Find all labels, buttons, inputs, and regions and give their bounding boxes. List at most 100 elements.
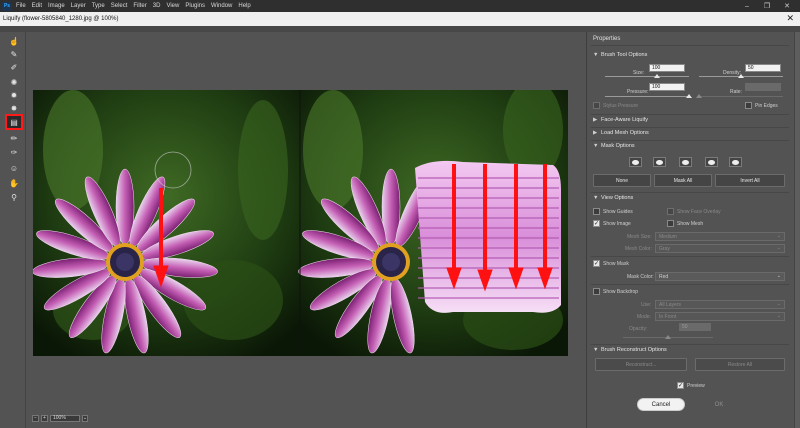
menu-file[interactable]: File	[16, 3, 26, 9]
pin-edges-label: Pin Edges	[755, 103, 778, 109]
menu-3d[interactable]: 3D	[153, 3, 161, 9]
bloat-tool-icon[interactable]: ✸	[7, 102, 21, 114]
freeze-mask-tool-icon[interactable]: ✏	[7, 132, 21, 144]
menu-filter[interactable]: Filter	[133, 3, 146, 9]
show-face-overlay-label: Show Face Overlay	[677, 209, 721, 215]
flower-image-graphic	[33, 90, 568, 356]
mesh-size-label: Mesh Size:	[627, 234, 652, 240]
cancel-button[interactable]: Cancel	[637, 398, 685, 411]
show-mesh-checkbox[interactable]	[667, 220, 674, 227]
zoom-dropdown-icon[interactable]: ⌄	[82, 414, 88, 422]
zoom-level-field[interactable]: 100%	[50, 414, 80, 422]
density-input[interactable]: 50	[745, 64, 781, 72]
size-input[interactable]: 100	[649, 64, 685, 72]
menu-edit[interactable]: Edit	[32, 3, 42, 9]
show-guides-label: Show Guides	[603, 209, 633, 215]
chevron-down-icon: ⌄	[776, 313, 781, 319]
section-load-mesh-options[interactable]: ▶ Load Mesh Options	[593, 130, 649, 136]
pucker-tool-icon[interactable]: ✹	[7, 89, 21, 101]
chevron-down-icon: ⌄	[776, 233, 781, 239]
mode-select: In Front ⌄	[655, 312, 785, 321]
liquify-smear	[415, 160, 561, 313]
mask-all-button[interactable]: Mask All	[654, 174, 712, 187]
rate-slider	[696, 94, 783, 98]
panel-scrollbar[interactable]	[794, 32, 800, 428]
menu-help[interactable]: Help	[238, 3, 250, 9]
menu-type[interactable]: Type	[92, 3, 105, 9]
invert-all-button[interactable]: Invert All	[715, 174, 785, 187]
pin-edges-checkbox[interactable]	[745, 102, 752, 109]
section-brush-tool-options[interactable]: ▼ Brush Tool Options	[593, 52, 647, 58]
panel-divider	[591, 344, 789, 345]
size-slider[interactable]	[605, 74, 689, 78]
show-mask-checkbox[interactable]: ✓	[593, 260, 600, 267]
replace-selection-icon[interactable]	[629, 157, 642, 167]
size-slider-thumb[interactable]	[654, 74, 661, 78]
liquify-toolbar: ☝ ✎ ✐ ✺ ✹ ✸ ▤ ✏ ✑ ☺ ✋ ⚲	[0, 32, 26, 428]
mesh-size-select: Medium ⌄	[655, 232, 785, 241]
pressure-slider-thumb[interactable]	[686, 94, 692, 98]
mode-label: Mode:	[637, 314, 651, 320]
reconstruct-tool-icon[interactable]: ✎	[7, 48, 21, 60]
section-face-aware-liquify[interactable]: ▶ Face-Aware Liquify	[593, 117, 648, 123]
face-tool-icon[interactable]: ☺	[7, 162, 21, 174]
show-image-checkbox[interactable]: ✓	[593, 220, 600, 227]
rate-label: Rate:	[730, 89, 742, 95]
chevron-down-icon: ⌄	[776, 301, 781, 307]
zoom-tool-icon[interactable]: ⚲	[7, 191, 21, 203]
mask-color-label: Mask Color:	[627, 274, 654, 280]
density-slider-thumb[interactable]	[738, 74, 744, 78]
invert-selection-icon[interactable]	[729, 157, 742, 167]
show-face-overlay-checkbox	[667, 208, 674, 215]
section-view-options[interactable]: ▼ View Options	[593, 195, 633, 201]
menu-view[interactable]: View	[166, 3, 179, 9]
push-left-tool-icon[interactable]: ▤	[5, 114, 23, 130]
menu-window[interactable]: Window	[211, 3, 232, 9]
menu-bar: Ps File Edit Image Layer Type Select Fil…	[0, 0, 800, 12]
minimize-icon[interactable]: –	[740, 0, 754, 12]
pressure-slider[interactable]	[605, 94, 692, 98]
expanded-triangle-icon: ▼	[593, 195, 599, 201]
menu-layer[interactable]: Layer	[71, 3, 86, 9]
pressure-input[interactable]: 100	[649, 83, 685, 91]
menu-select[interactable]: Select	[111, 3, 128, 9]
close-window-icon[interactable]: ✕	[780, 0, 794, 12]
zoom-out-button[interactable]: −	[32, 414, 39, 422]
section-mask-options[interactable]: ▼ Mask Options	[593, 143, 635, 149]
restore-all-button: Restore All	[695, 358, 785, 371]
menu-image[interactable]: Image	[48, 3, 65, 9]
panel-divider	[591, 114, 789, 115]
mask-color-select[interactable]: Red ⌄	[655, 272, 785, 281]
menu-plugins[interactable]: Plugins	[185, 3, 205, 9]
panel-divider	[591, 45, 789, 46]
flower-image[interactable]	[33, 90, 568, 356]
subtract-from-selection-icon[interactable]	[679, 157, 692, 167]
twirl-tool-icon[interactable]: ✺	[7, 76, 21, 88]
intersect-with-selection-icon[interactable]	[705, 157, 718, 167]
expanded-triangle-icon: ▼	[593, 143, 599, 149]
opacity-slider	[623, 335, 713, 339]
forward-warp-tool-icon[interactable]: ☝	[7, 35, 21, 47]
zoom-in-button[interactable]: +	[41, 414, 48, 422]
show-backdrop-checkbox[interactable]	[593, 288, 600, 295]
thaw-mask-tool-icon[interactable]: ✑	[7, 146, 21, 158]
panel-divider	[591, 127, 789, 128]
mask-none-button[interactable]: None	[593, 174, 651, 187]
show-mask-label: Show Mask	[603, 261, 629, 267]
add-to-selection-icon[interactable]	[653, 157, 666, 167]
show-guides-checkbox[interactable]	[593, 208, 600, 215]
preview-checkbox[interactable]: ✓	[677, 382, 684, 389]
use-layers-select: All Layers ⌄	[655, 300, 785, 309]
properties-title: Properties	[593, 36, 621, 42]
panel-divider	[591, 140, 789, 141]
stylus-pressure-checkbox	[593, 102, 600, 109]
dialog-close-icon[interactable]: ✕	[786, 13, 794, 24]
hand-tool-icon[interactable]: ✋	[7, 177, 21, 189]
maximize-icon[interactable]: ❐	[760, 0, 774, 12]
collapsed-triangle-icon: ▶	[593, 117, 598, 123]
density-slider[interactable]	[699, 74, 783, 78]
preview-canvas[interactable]: − + 100% ⌄	[26, 32, 584, 428]
stylus-pressure-label: Stylus Pressure	[603, 103, 639, 109]
smooth-tool-icon[interactable]: ✐	[7, 61, 21, 73]
section-brush-reconstruct-options[interactable]: ▼ Brush Reconstruct Options	[593, 347, 667, 353]
